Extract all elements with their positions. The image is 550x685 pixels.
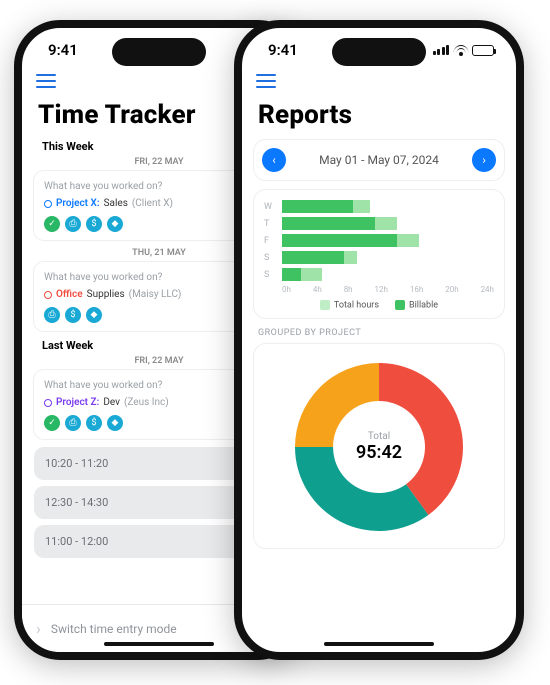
- tag-icon[interactable]: ◆: [107, 415, 123, 431]
- print-icon[interactable]: ⎙: [44, 307, 60, 323]
- bar-row: S: [264, 268, 494, 281]
- project-color-dot: [44, 200, 52, 208]
- bar-day-label: F: [264, 236, 276, 246]
- tag-icon[interactable]: ◆: [86, 307, 102, 323]
- tag-icon[interactable]: ◆: [107, 216, 123, 232]
- hours-bar-chart: WTFSS 0h4h8h12h16h20h24h Total hours Bil…: [254, 190, 504, 318]
- bar-row: T: [264, 217, 494, 230]
- project-name: Project Z:: [56, 397, 99, 408]
- wifi-icon: [453, 45, 468, 56]
- bar-billable-seg: [282, 217, 375, 230]
- bar-day-label: T: [264, 219, 276, 229]
- home-indicator: [104, 642, 214, 646]
- task-name: Dev: [103, 397, 120, 408]
- money-icon[interactable]: $: [65, 307, 81, 323]
- chevron-right-icon: ›: [36, 619, 41, 638]
- check-icon[interactable]: ✓: [44, 216, 60, 232]
- bar-day-label: S: [264, 270, 276, 280]
- money-icon[interactable]: $: [86, 216, 102, 232]
- bar-row: W: [264, 200, 494, 213]
- task-name: Sales: [104, 198, 128, 209]
- bar-day-label: W: [264, 202, 276, 212]
- bar-billable-seg: [282, 234, 397, 247]
- phone-right: 9:41 Reports ‹ May 01 - May 07, 2024 › W…: [234, 20, 524, 660]
- client-name: (Client X): [132, 198, 173, 209]
- prev-range-button[interactable]: ‹: [262, 148, 286, 172]
- legend-billable-label: Billable: [409, 300, 438, 310]
- chart-legend: Total hours Billable: [264, 300, 494, 310]
- legend-billable-swatch: [395, 300, 405, 310]
- print-icon[interactable]: ⎙: [65, 415, 81, 431]
- donut-total-label: Total: [356, 431, 402, 442]
- status-time: 9:41: [48, 41, 78, 59]
- client-name: (Zeus Inc): [124, 397, 169, 408]
- project-color-dot: [44, 399, 52, 407]
- signal-icon: [433, 45, 450, 55]
- switch-mode-label: Switch time entry mode: [51, 622, 177, 636]
- battery-icon: [472, 45, 494, 56]
- next-range-button[interactable]: ›: [472, 148, 496, 172]
- project-color-dot: [44, 291, 52, 299]
- bar-billable-seg: [282, 268, 301, 281]
- legend-total-swatch: [320, 300, 330, 310]
- bar-billable-seg: [282, 251, 344, 264]
- page-title: Reports: [258, 100, 504, 130]
- project-donut-chart: Total 95:42: [254, 344, 504, 548]
- grouped-by-label: GROUPED BY PROJECT: [258, 328, 504, 338]
- print-icon[interactable]: ⎙: [65, 216, 81, 232]
- bar-row: S: [264, 251, 494, 264]
- project-name: Project X:: [56, 198, 100, 209]
- task-name: Supplies: [87, 289, 125, 300]
- notch: [332, 38, 426, 66]
- legend-total-label: Total hours: [334, 300, 379, 310]
- home-indicator: [324, 642, 434, 646]
- date-range-label[interactable]: May 01 - May 07, 2024: [286, 153, 472, 167]
- bar-day-label: S: [264, 253, 276, 263]
- bar-billable-seg: [282, 200, 353, 213]
- menu-icon[interactable]: [256, 74, 276, 88]
- menu-icon[interactable]: [36, 74, 56, 88]
- project-name: Office: [56, 289, 83, 300]
- bar-row: F: [264, 234, 494, 247]
- date-range-nav: ‹ May 01 - May 07, 2024 ›: [254, 140, 504, 180]
- check-icon[interactable]: ✓: [44, 415, 60, 431]
- notch: [112, 38, 206, 66]
- status-time: 9:41: [268, 41, 298, 59]
- client-name: (Maisy LLC): [129, 289, 182, 300]
- money-icon[interactable]: $: [86, 415, 102, 431]
- donut-total-value: 95:42: [356, 442, 402, 463]
